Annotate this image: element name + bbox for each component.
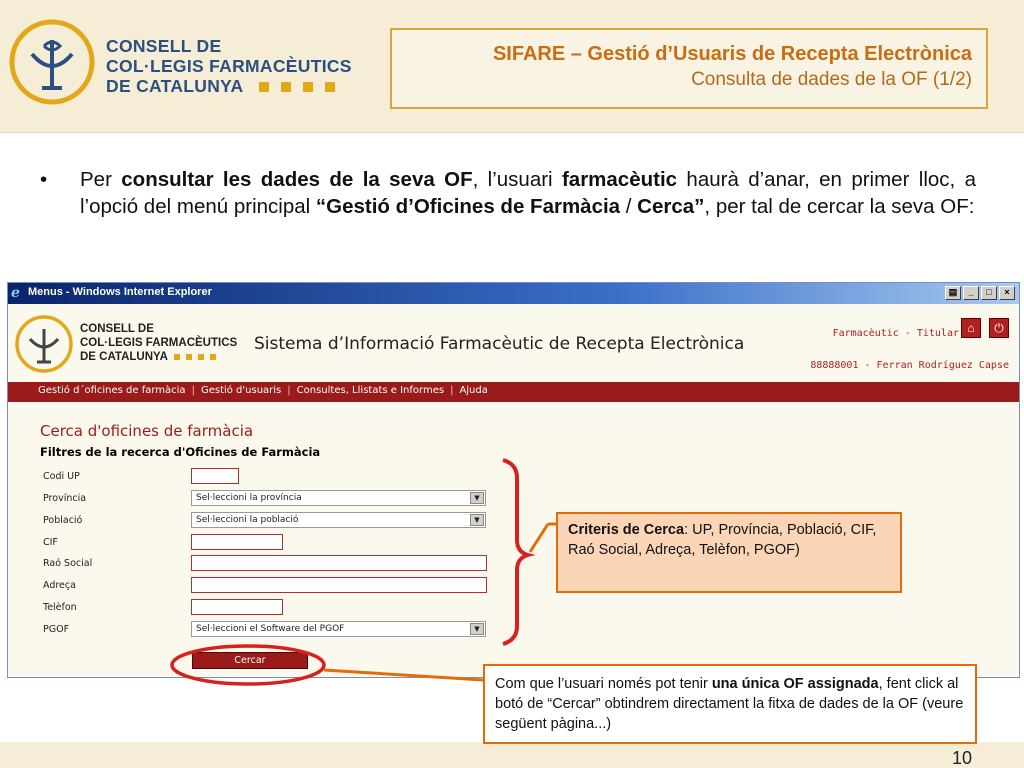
window-titlebar: e Menus - Windows Internet Explorer ▤ _ …	[8, 283, 1019, 304]
user-role: Farmacèutic - Titular	[832, 328, 959, 339]
app-title: Sistema d’Informació Farmacèutic de Rece…	[254, 334, 745, 354]
bold-run: “Gestió d’Oficines de Farmàcia	[315, 195, 621, 218]
poblacio-label: Població	[43, 515, 83, 526]
note-text-run: Com que l’usuari només pot tenir	[495, 676, 712, 692]
slide-header: CONSELL DE COL·LEGIS FARMACÈUTICS DE CAT…	[0, 0, 1024, 133]
browser-window: e Menus - Windows Internet Explorer ▤ _ …	[7, 282, 1020, 678]
chevron-down-icon[interactable]: ▼	[470, 514, 484, 526]
chevron-down-icon[interactable]: ▼	[470, 623, 484, 635]
bullet-marker: •	[40, 168, 48, 191]
page-number: 10	[951, 748, 972, 768]
bullet-text: Per consultar les dades de la seva OF, l…	[80, 166, 976, 220]
user-name: 88888001 - Ferran Rodríguez Capse	[810, 360, 1009, 371]
note-bold-run: una única OF assignada	[711, 676, 879, 692]
app-logo-line-3: DE CATALUNYA	[80, 351, 168, 363]
criteria-callout: Criteris de Cerca: UP, Província, Poblac…	[556, 512, 902, 593]
provincia-label: Província	[43, 493, 87, 504]
app-logo-line-1: CONSELL DE	[80, 323, 154, 335]
pgof-label: PGOF	[43, 624, 70, 635]
window-controls: ▤ _ □ ×	[945, 286, 1015, 300]
main-menu: Gestió d´oficines de farmàcia | Gestió d'u…	[8, 382, 1019, 402]
chevron-down-icon[interactable]: ▼	[470, 492, 484, 504]
menu-item-gestio-oficines[interactable]: Gestió d´oficines de farmàcia	[38, 385, 186, 396]
bold-run: consultar les dades de la seva OF	[121, 168, 473, 191]
text-run: Per	[80, 168, 122, 191]
codi-up-input[interactable]	[191, 468, 239, 484]
footer-band	[0, 742, 1024, 768]
filter-heading: Filtres de la recerca d'Oficines de Farm…	[40, 445, 321, 459]
menu-item-ajuda[interactable]: Ajuda	[459, 385, 487, 396]
pharmacy-emblem-icon	[15, 315, 73, 373]
logo-line-3: DE CATALUNYA	[106, 76, 244, 96]
adreca-label: Adreça	[43, 580, 76, 591]
logo-squares	[259, 76, 347, 96]
app-header: CONSELL DE COL·LEGIS FARMACÈUTICS DE CAT…	[8, 304, 1019, 384]
internet-explorer-icon: e	[11, 285, 20, 301]
app-logo-text: CONSELL DE COL·LEGIS FARMACÈUTICS DE CAT…	[80, 322, 237, 364]
text-run: , per tal de cercar la seva OF:	[704, 195, 975, 218]
adreca-input[interactable]	[191, 577, 487, 593]
app-logo-line-2: COL·LEGIS FARMACÈUTICS	[80, 337, 238, 349]
bold-run: farmacèutic	[561, 168, 678, 191]
power-icon[interactable]: ⏻	[989, 318, 1009, 338]
telefon-input[interactable]	[191, 599, 283, 615]
menu-item-consultes[interactable]: Consultes, Llistats e Informes	[297, 385, 444, 396]
text-run: , l’usuari	[472, 168, 562, 191]
close-button[interactable]: ×	[999, 286, 1015, 300]
slide-title-box: SIFARE – Gestió d’Usuaris de Recepta Ele…	[390, 28, 988, 109]
text-run: /	[620, 195, 638, 218]
note-callout: Com que l’usuari només pot tenir una úni…	[483, 664, 977, 744]
search-button[interactable]: Cercar	[192, 652, 308, 669]
menu-separator: |	[191, 385, 195, 396]
slide-title: SIFARE – Gestió d’Usuaris de Recepta Ele…	[492, 43, 972, 65]
rao-social-input[interactable]	[191, 555, 487, 571]
poblacio-select-value: Sel·leccioni la població	[196, 515, 299, 525]
cif-input[interactable]	[191, 534, 283, 550]
menu-separator: |	[450, 385, 454, 396]
provincia-select[interactable]: Sel·leccioni la província ▼	[191, 490, 486, 506]
provincia-select-value: Sel·leccioni la província	[196, 493, 302, 503]
menu-separator: |	[287, 385, 291, 396]
poblacio-select[interactable]: Sel·leccioni la població ▼	[191, 512, 486, 528]
pgof-select[interactable]: Sel·leccioni el Software del PGOF ▼	[191, 621, 486, 637]
print-icon[interactable]: ▤	[945, 286, 961, 300]
rao-social-label: Raó Social	[43, 558, 93, 569]
codi-up-label: Codi UP	[43, 471, 80, 482]
bold-run: Cerca”	[637, 195, 705, 218]
logo-line-1: CONSELL DE	[106, 36, 222, 56]
organization-logo-text: CONSELL DE COL·LEGIS FARMACÈUTICS DE CAT…	[106, 36, 352, 96]
logo-squares	[168, 351, 216, 363]
home-icon[interactable]: ⌂	[961, 318, 981, 338]
minimize-button[interactable]: _	[963, 286, 979, 300]
criteria-callout-title: Criteris de Cerca	[568, 522, 685, 538]
window-title: Menus - Windows Internet Explorer	[28, 286, 212, 298]
logo-line-2: COL·LEGIS FARMACÈUTICS	[106, 56, 352, 76]
slide-subtitle: Consulta de dades de la OF (1/2)	[691, 69, 972, 90]
page-heading: Cerca d'oficines de farmàcia	[40, 422, 254, 440]
telefon-label: Telèfon	[43, 602, 77, 613]
pgof-select-value: Sel·leccioni el Software del PGOF	[196, 624, 345, 634]
maximize-button[interactable]: □	[981, 286, 997, 300]
cif-label: CIF	[43, 537, 58, 548]
menu-item-gestio-usuaris[interactable]: Gestió d'usuaris	[201, 385, 281, 396]
pharmacy-emblem-icon	[9, 19, 95, 105]
bullet-paragraph: • Per consultar les dades de la seva OF,…	[40, 166, 976, 220]
